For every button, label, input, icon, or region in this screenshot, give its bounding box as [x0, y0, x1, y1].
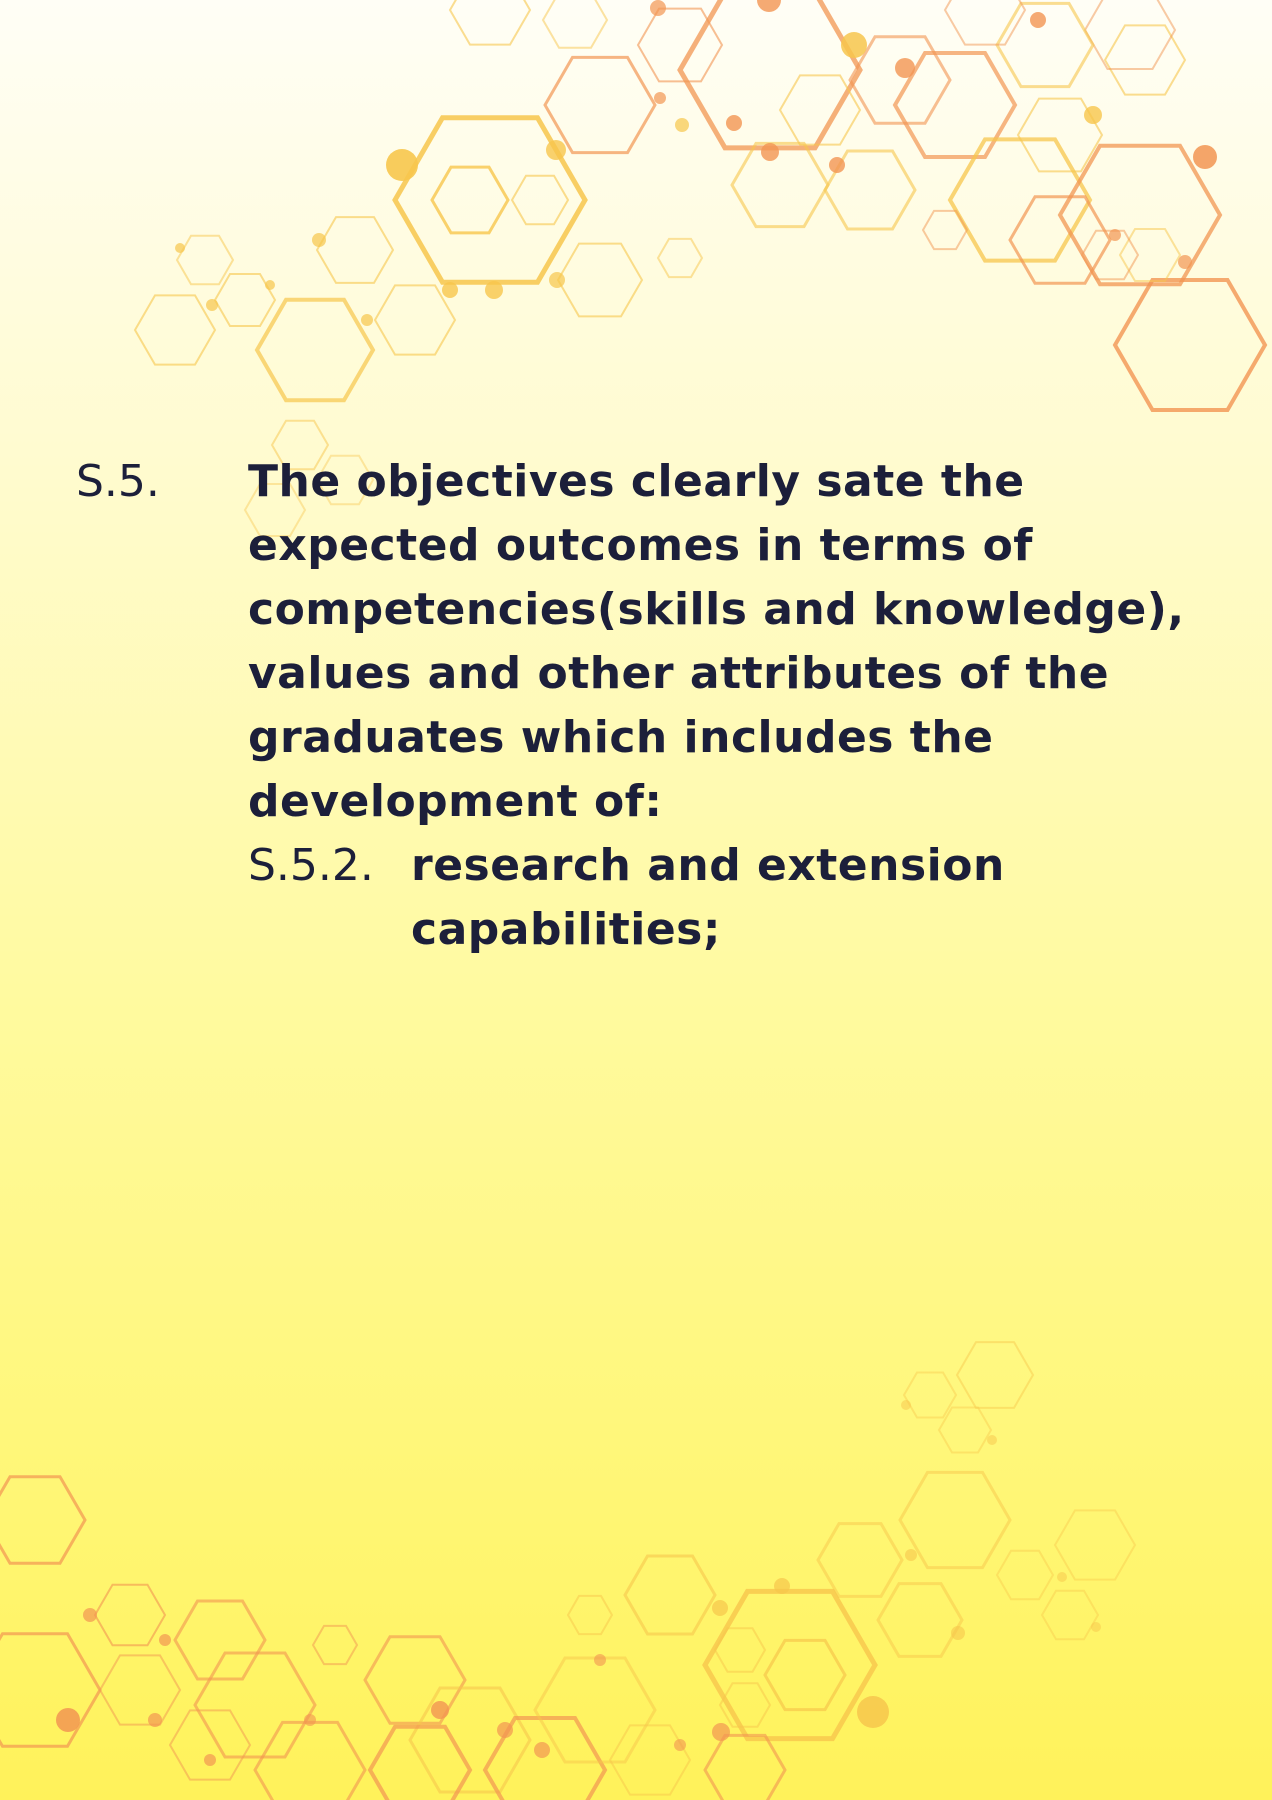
- item-text: The objectives clearly sate the expected…: [248, 450, 1185, 834]
- item-text-line: graduates which includes the: [248, 712, 994, 763]
- item-text-line: values and other attributes of the: [248, 648, 1110, 699]
- document-page: S.5. The objectives clearly sate the exp…: [0, 0, 1272, 1800]
- subitem-text-line: research and extension: [411, 840, 1005, 891]
- item-text-line: The objectives clearly sate the: [248, 456, 1025, 507]
- item-text-line: expected outcomes in terms of: [248, 520, 1033, 571]
- subitem-number: S.5.2.: [248, 840, 374, 891]
- subitem-text-line: capabilities;: [411, 904, 721, 955]
- item-text-line: development of:: [248, 776, 663, 827]
- subitem-text: research and extension capabilities;: [411, 834, 1211, 962]
- item-text-line: competencies(skills and knowledge),: [248, 584, 1185, 635]
- item-number: S.5.: [76, 456, 160, 507]
